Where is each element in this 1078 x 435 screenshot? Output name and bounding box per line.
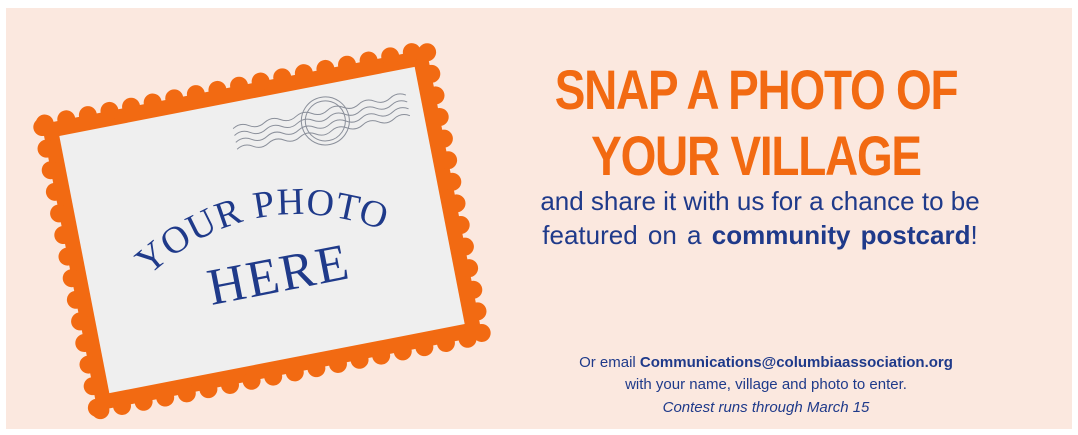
subtext-line-1: and share it with us for a chance to be	[540, 186, 980, 216]
headline-line-1: SNAP A PHOTO OF	[554, 58, 959, 121]
contest-deadline: Contest runs through March 15	[662, 399, 870, 416]
community-postcard-text: community postcard	[711, 220, 971, 250]
footer-email-line: Or email Communications@columbiaassociat…	[486, 352, 1046, 374]
subtext-line-2-suffix: !	[970, 220, 978, 250]
headline-line-2: YOUR VILLAGE	[591, 124, 922, 187]
subtext-line-2-prefix: featured on a	[542, 220, 712, 250]
contact-email: Communications@columbiaassociation.org	[639, 354, 953, 371]
contest-banner: YOUR PHOTO HERE SNAP A PHOTO OF YOUR VIL…	[6, 8, 1072, 429]
subtext-line-2: featured on a community postcard!	[480, 219, 1040, 252]
footer-email-prefix: Or email	[579, 354, 640, 371]
footer-instructions: with your name, village and photo to ent…	[625, 376, 907, 393]
